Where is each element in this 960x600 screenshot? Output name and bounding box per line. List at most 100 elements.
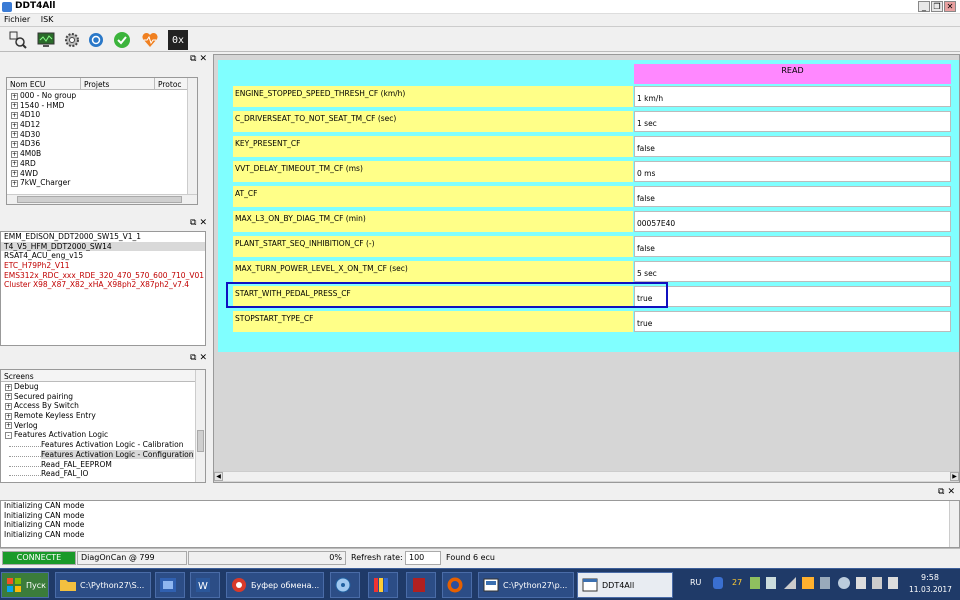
param-value[interactable]: false — [634, 236, 951, 257]
screen-tree-item[interactable]: + Remote Keyless Entry — [1, 411, 205, 421]
scroll-left-icon[interactable]: ◀ — [214, 472, 223, 481]
col-nom-ecu[interactable]: Nom ECU — [7, 78, 81, 89]
task-python-window[interactable]: C:\Python27\p... — [478, 572, 574, 598]
task-clipboard[interactable]: Буфер обмена... — [226, 572, 324, 598]
expand-icon[interactable]: + — [11, 160, 18, 168]
file-list-item[interactable]: T4_V5_HFM_DDT2000_SW14 — [1, 241, 205, 252]
expand-icon[interactable]: + — [11, 170, 18, 177]
expand-icon[interactable]: + — [5, 412, 12, 420]
file-list-item[interactable]: EMM_EDISON_DDT2000_SW15_V1_1 — [1, 232, 205, 242]
expand-icon[interactable]: + — [11, 131, 18, 139]
clock-date[interactable]: 11.03.2017 — [903, 585, 958, 594]
expand-icon[interactable]: + — [11, 150, 18, 158]
volume-icon[interactable] — [888, 577, 898, 589]
task-utility[interactable] — [330, 572, 360, 598]
tray-gear-icon[interactable] — [838, 577, 850, 589]
restore-button[interactable]: ❐ — [931, 1, 943, 12]
ecu-hscroll[interactable] — [7, 194, 197, 204]
file-list-item[interactable]: EMS312x_RDC_xxx_RDE_320_470_570_600_710_… — [1, 271, 205, 281]
file-list-item[interactable]: Cluster X98_X87_X82_xHA_X98ph2_X87ph2_v7… — [1, 280, 205, 290]
hex-button[interactable]: 0x — [168, 30, 188, 50]
scan-button[interactable] — [8, 30, 28, 50]
param-value[interactable]: 5 sec — [634, 261, 951, 282]
param-value[interactable]: true — [634, 311, 951, 332]
screen-tree-item[interactable]: Read_FAL_IO — [1, 469, 205, 479]
monitor-button[interactable] — [36, 30, 56, 50]
screen-tree-item[interactable]: + Verlog — [1, 421, 205, 431]
usb-icon[interactable] — [766, 577, 776, 589]
task-explorer-python[interactable]: C:\Python27\S... — [55, 572, 151, 598]
ecu-tree-item[interactable]: +1540 - HMD — [7, 101, 197, 111]
expand-icon[interactable]: + — [5, 383, 12, 391]
ecu-tree-item[interactable]: +4D30 — [7, 130, 197, 140]
expand-icon[interactable]: + — [11, 102, 18, 110]
collapse-icon[interactable]: - — [5, 431, 12, 439]
param-value[interactable]: false — [634, 136, 951, 157]
expand-icon[interactable]: + — [11, 179, 18, 187]
col-protocol[interactable]: Protoc — [155, 78, 189, 89]
menu-isk[interactable]: ISK — [37, 14, 58, 25]
ecu-tree-item[interactable]: +4RD — [7, 159, 197, 169]
connect-button[interactable] — [112, 30, 132, 50]
settings-button[interactable] — [62, 30, 82, 50]
ecu-tree-item[interactable]: +4D36 — [7, 139, 197, 149]
task-firefox[interactable] — [442, 572, 472, 598]
log-vscroll[interactable] — [949, 501, 959, 547]
panel-controls-icon[interactable]: ⧉✕ — [190, 54, 210, 64]
tray-app-icon[interactable] — [750, 577, 760, 589]
ecu-tree-item[interactable]: +000 - No group — [7, 91, 197, 101]
network-icon[interactable] — [820, 577, 830, 589]
screen-tree-item[interactable]: + Secured pairing — [1, 392, 205, 402]
tray-warning-icon[interactable] — [802, 577, 814, 589]
screens-vscroll-thumb[interactable] — [197, 430, 204, 452]
expand-icon[interactable]: + — [11, 140, 18, 148]
refresh-rate-input[interactable]: 100 — [405, 551, 441, 565]
tray-person-icon[interactable] — [856, 577, 866, 589]
start-button[interactable]: Пуск — [1, 572, 49, 598]
param-value[interactable]: 0 ms — [634, 161, 951, 182]
refresh-button[interactable] — [86, 30, 106, 50]
expand-icon[interactable]: + — [11, 111, 18, 119]
flag-icon[interactable] — [872, 577, 882, 589]
param-value[interactable]: false — [634, 186, 951, 207]
screen-tree-item[interactable]: Read_FAL_EEPROM — [1, 460, 205, 470]
expand-icon[interactable]: + — [5, 393, 12, 401]
task-app-b[interactable] — [368, 572, 398, 598]
screen-tree-item[interactable]: Features Activation Logic - Configuratio… — [1, 449, 205, 460]
ecu-tree-item[interactable]: +4D10 — [7, 110, 197, 120]
param-value[interactable]: true — [634, 286, 951, 307]
screen-tree-item[interactable]: + Debug — [1, 382, 205, 392]
expand-icon[interactable]: + — [5, 422, 12, 430]
task-film[interactable] — [155, 572, 185, 598]
expand-icon[interactable]: + — [11, 92, 18, 100]
expand-icon[interactable]: + — [5, 402, 12, 410]
col-projets[interactable]: Projets — [81, 78, 155, 89]
ecu-tree-item[interactable]: +4M0B — [7, 149, 197, 159]
close-button[interactable]: ✕ — [944, 1, 956, 12]
param-value[interactable]: 1 km/h — [634, 86, 951, 107]
task-app-c[interactable] — [406, 572, 436, 598]
param-value[interactable]: 1 sec — [634, 111, 951, 132]
ecu-tree-item[interactable]: +4D12 — [7, 120, 197, 130]
panel-controls-icon[interactable]: ⧉✕ — [938, 487, 958, 497]
task-word[interactable]: W — [190, 572, 220, 598]
bluetooth-icon[interactable] — [713, 577, 723, 589]
health-button[interactable] — [140, 30, 160, 50]
ecu-hscroll-thumb[interactable] — [17, 196, 182, 203]
screen-tree-item[interactable]: - Features Activation Logic — [1, 430, 205, 440]
screen-tree-item[interactable]: Features Activation Logic - Calibration — [1, 440, 205, 450]
file-list-item[interactable]: ETC_H79Ph2_V11 — [1, 261, 205, 271]
screen-tree-item[interactable]: + Access By Switch — [1, 401, 205, 411]
file-list-item[interactable]: RSAT4_ACU_eng_v15 — [1, 251, 205, 261]
ecu-tree-item[interactable]: +4WD — [7, 169, 197, 179]
ecu-vscroll[interactable] — [187, 78, 197, 194]
param-value[interactable]: 00057E40 — [634, 211, 951, 232]
expand-icon[interactable]: + — [11, 121, 18, 129]
menu-fichier[interactable]: Fichier — [0, 14, 34, 25]
panel-controls-icon[interactable]: ⧉✕ — [190, 353, 210, 363]
screens-vscroll[interactable] — [195, 370, 205, 482]
minimize-button[interactable]: _ — [918, 1, 930, 12]
ecu-tree-item[interactable]: +7kW_Charger — [7, 178, 197, 188]
task-ddt4all[interactable]: DDT4All — [577, 572, 673, 598]
clock-time[interactable]: 9:58 — [910, 573, 950, 582]
